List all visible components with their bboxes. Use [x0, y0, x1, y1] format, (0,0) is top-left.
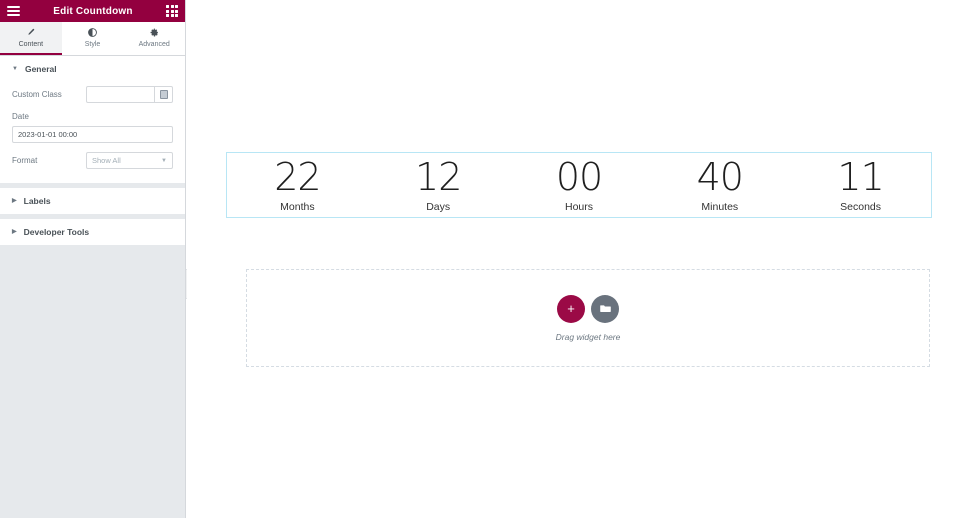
countdown-label: Minutes	[701, 200, 739, 213]
section-labels: ▶ Labels	[0, 188, 185, 215]
countdown-label: Hours	[564, 200, 593, 213]
section-labels-title: Labels	[23, 196, 51, 206]
section-developer-tools-header[interactable]: ▶ Developer Tools	[0, 219, 185, 245]
add-template-button[interactable]	[591, 294, 619, 323]
section-developer-tools-title: Developer Tools	[23, 227, 90, 237]
panel-tabs: Content Style Advanced	[0, 22, 185, 56]
countdown-widget[interactable]: 22 Months 12 Days 00 Hours 40 Minutes 11…	[226, 152, 932, 218]
format-label: Format	[12, 156, 38, 165]
field-format: Format Show All ▼	[12, 152, 173, 169]
field-custom-class: Custom Class	[12, 86, 173, 103]
contrast-half-circle-icon	[88, 27, 97, 39]
hamburger-icon[interactable]	[7, 6, 20, 16]
countdown-label: Days	[426, 200, 451, 213]
editor-canvas: 22 Months 12 Days 00 Hours 40 Minutes 11…	[187, 0, 969, 518]
folder-icon	[599, 302, 612, 315]
drag-widget-dropzone[interactable]: + Drag widget here	[246, 269, 930, 367]
countdown-item: 12 Days	[368, 153, 509, 217]
section-developer-tools: ▶ Developer Tools	[0, 219, 185, 246]
tab-advanced[interactable]: Advanced	[123, 22, 185, 55]
format-select[interactable]: Show All ▼	[86, 152, 173, 169]
chevron-right-icon: ▶	[12, 229, 17, 235]
tab-content[interactable]: Content	[0, 22, 62, 55]
tab-advanced-label: Advanced	[138, 40, 170, 48]
countdown-digits: 22	[274, 154, 321, 199]
date-label: Date	[12, 112, 29, 121]
date-input[interactable]: 2023-01-01 00:00	[12, 126, 173, 143]
section-general-title: General	[24, 64, 57, 74]
countdown-item: 22 Months	[227, 153, 368, 217]
gear-icon	[150, 28, 159, 39]
countdown-label: Months	[280, 200, 315, 213]
chevron-down-icon: ▼	[161, 157, 167, 164]
countdown-label: Seconds	[840, 200, 882, 213]
field-date: Date 2023-01-01 00:00	[12, 112, 173, 143]
countdown-item: 40 Minutes	[649, 153, 790, 217]
grid-apps-icon[interactable]	[166, 5, 178, 17]
chevron-down-icon: ▼	[12, 66, 18, 72]
tab-style-label: Style	[84, 40, 101, 48]
editor-panel: Edit Countdown Content Style Advanced ▼ …	[0, 0, 186, 518]
format-select-value: Show All	[92, 156, 121, 165]
section-general-body: Custom Class Date 2023-01-01 00:00 Forma…	[0, 82, 185, 183]
dropzone-hint-text: Drag widget here	[555, 331, 621, 342]
add-widget-button[interactable]: +	[557, 294, 585, 323]
tab-style[interactable]: Style	[62, 22, 124, 55]
dropzone-buttons: +	[557, 294, 619, 323]
custom-class-label: Custom Class	[12, 90, 62, 99]
countdown-digits: 12	[415, 154, 462, 199]
dynamic-tags-icon[interactable]	[155, 86, 173, 103]
custom-class-input[interactable]	[86, 86, 155, 103]
section-general-header[interactable]: ▼ General	[0, 56, 185, 82]
section-labels-header[interactable]: ▶ Labels	[0, 188, 185, 214]
custom-class-input-group	[86, 86, 173, 103]
panel-header: Edit Countdown	[0, 0, 185, 22]
countdown-item: 00 Hours	[509, 153, 650, 217]
plus-icon: +	[567, 301, 575, 316]
countdown-item: 11 Seconds	[790, 153, 931, 217]
chevron-right-icon: ▶	[12, 198, 17, 204]
tab-content-label: Content	[18, 40, 44, 48]
section-general: ▼ General Custom Class Date 2023-01-01 0…	[0, 56, 185, 184]
countdown-digits: 00	[555, 154, 603, 199]
countdown-digits: 11	[837, 154, 884, 199]
countdown-digits: 40	[696, 154, 744, 199]
page-title: Edit Countdown	[53, 5, 133, 17]
pencil-icon	[26, 28, 35, 39]
